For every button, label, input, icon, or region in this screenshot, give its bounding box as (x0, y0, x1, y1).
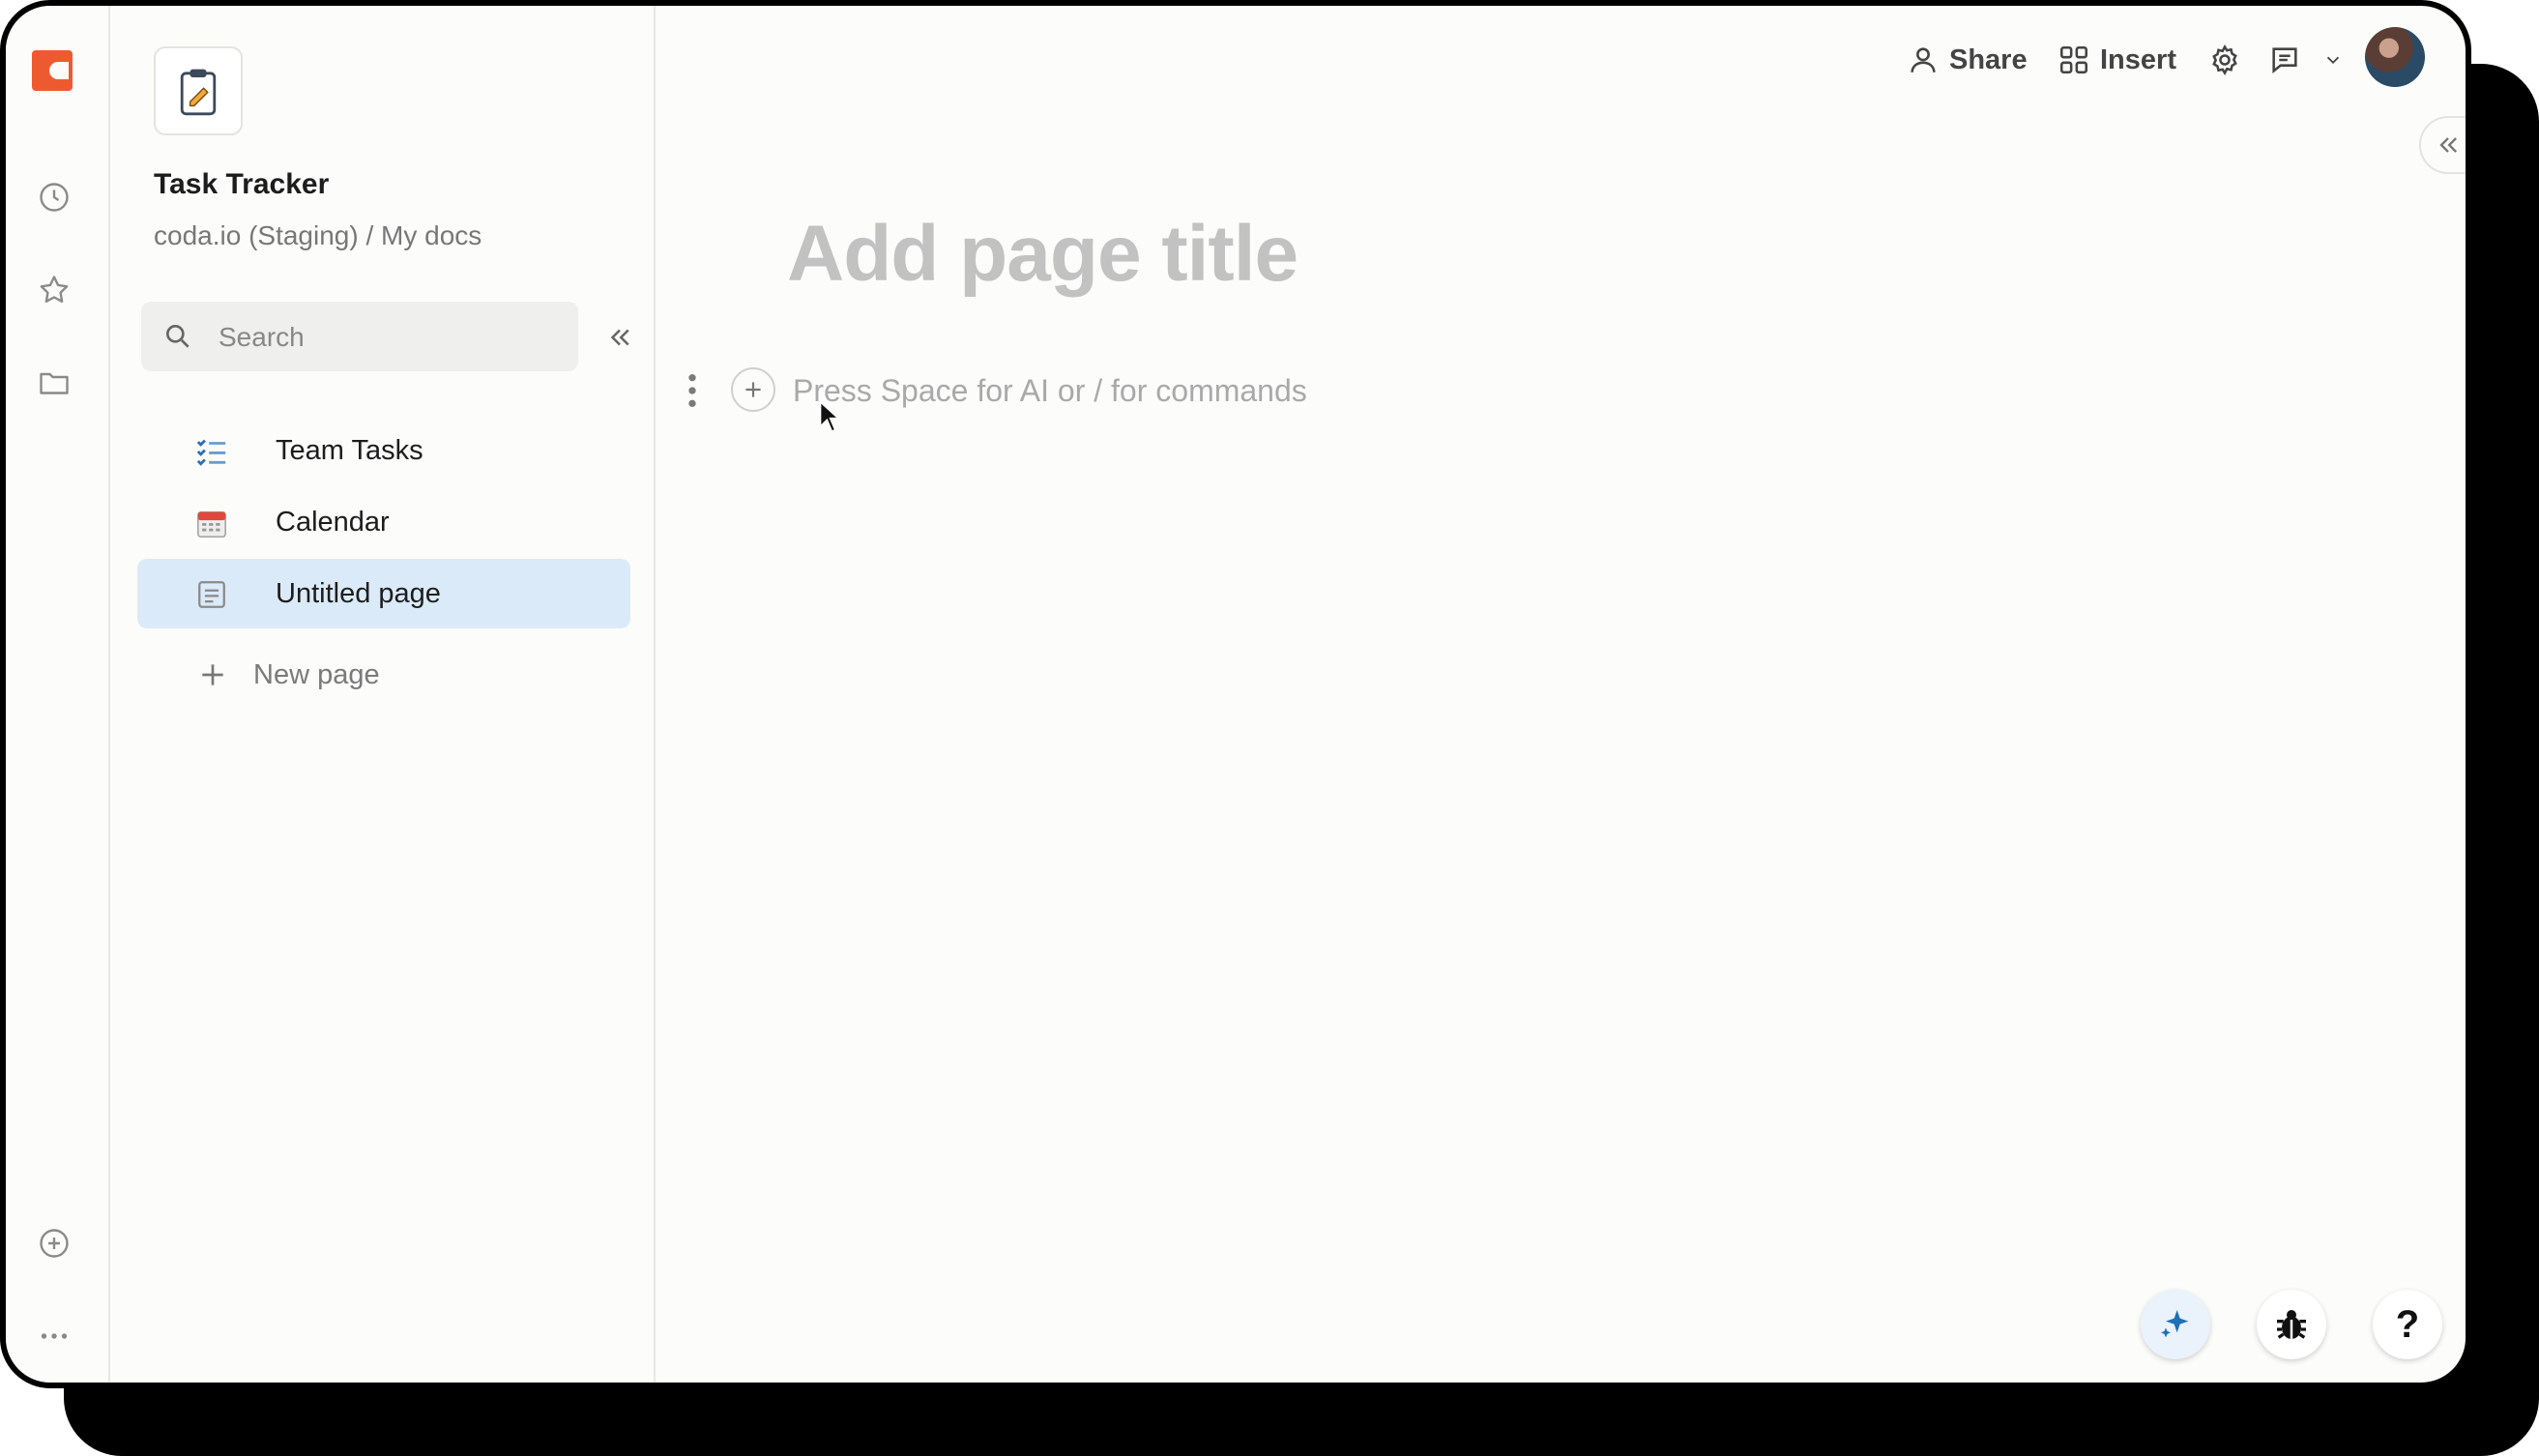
block-hint-text[interactable]: Press Space for AI or / for commands (793, 373, 1307, 409)
sidebar-item-label: Team Tasks (276, 435, 423, 466)
grid-icon (2059, 45, 2088, 74)
expand-panel-button[interactable] (2419, 116, 2466, 174)
search-icon (166, 325, 190, 348)
double-chevron-left-icon (610, 329, 629, 346)
report-bug-button[interactable] (2257, 1290, 2326, 1359)
sidebar-item-untitled-page[interactable]: Untitled page (137, 559, 630, 628)
person-icon (1911, 47, 1936, 73)
share-label: Share (1949, 44, 2028, 75)
search-box (141, 302, 578, 371)
question-mark-icon: ? (2395, 1302, 2420, 1346)
add-block-button[interactable] (731, 367, 775, 412)
coda-logo-icon[interactable] (32, 50, 73, 91)
bug-icon (2277, 1310, 2306, 1339)
mouse-cursor-icon (819, 400, 839, 433)
search-input[interactable] (217, 315, 559, 360)
more-dots-icon[interactable] (37, 1319, 72, 1354)
avatar[interactable] (2365, 27, 2425, 87)
help-button[interactable]: ? (2373, 1290, 2442, 1359)
starred-icon[interactable] (37, 273, 72, 307)
new-page-label: New page (253, 659, 380, 690)
plus-icon (202, 664, 223, 685)
ai-assistant-button[interactable] (2141, 1290, 2210, 1359)
breadcrumb[interactable]: coda.io (Staging) / My docs (154, 220, 482, 251)
comment-icon (2272, 47, 2297, 73)
app-window: Task Tracker coda.io (Staging) / My docs… (0, 0, 2471, 1388)
sidebar-item-calendar[interactable]: Calendar (137, 487, 630, 557)
settings-button[interactable] (2208, 41, 2241, 79)
doc-title[interactable]: Task Tracker (154, 168, 329, 201)
recent-clock-icon[interactable] (37, 180, 72, 215)
collapse-sidebar-button[interactable] (603, 321, 636, 354)
gear-icon (2212, 44, 2237, 76)
left-rail (6, 6, 110, 1383)
add-circle-icon[interactable] (37, 1226, 72, 1261)
comments-button[interactable] (2268, 41, 2301, 79)
sidebar-item-label: Untitled page (276, 578, 441, 609)
doc-sidebar: Task Tracker coda.io (Staging) / My docs… (110, 6, 656, 1383)
plus-icon (745, 382, 761, 397)
chevron-down-icon (2326, 56, 2340, 65)
share-button[interactable]: Share (1907, 41, 2028, 79)
page-title-input[interactable]: Add page title (787, 209, 1299, 300)
sidebar-item-team-tasks[interactable]: Team Tasks (137, 416, 630, 485)
sparkle-icon (2161, 1310, 2189, 1338)
insert-label: Insert (2100, 44, 2176, 75)
comments-dropdown[interactable] (2322, 41, 2344, 79)
drag-handle-icon[interactable] (683, 371, 702, 410)
sidebar-item-label: Calendar (276, 507, 390, 538)
insert-button[interactable]: Insert (2057, 41, 2176, 79)
calendar-icon (197, 510, 226, 538)
doc-clipboard-icon[interactable] (154, 46, 243, 135)
page-icon (198, 581, 225, 608)
double-chevron-left-icon (2439, 137, 2457, 153)
folder-icon[interactable] (37, 365, 72, 400)
checklist-icon (196, 439, 226, 466)
